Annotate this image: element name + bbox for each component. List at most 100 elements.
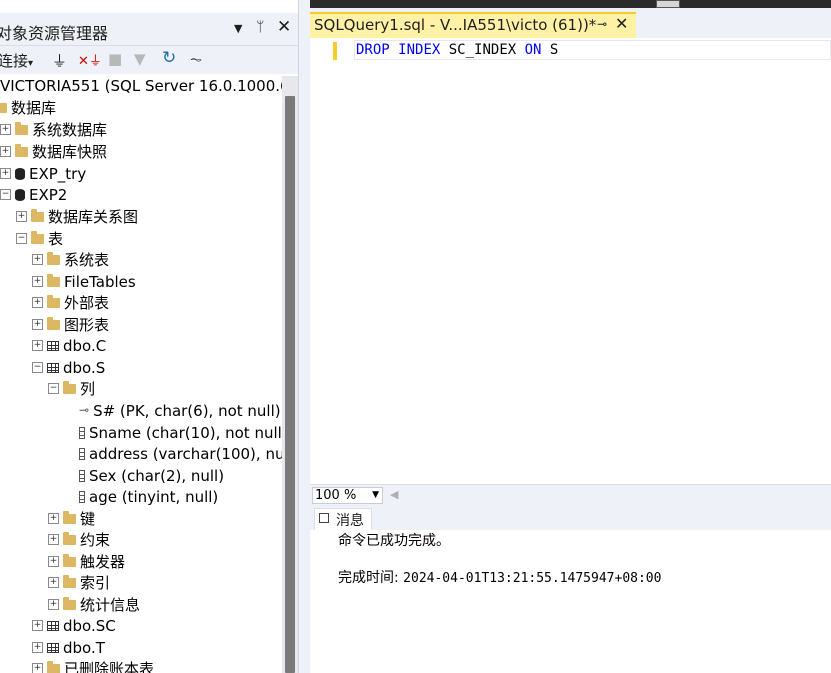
expand-icon[interactable]: + (16, 211, 27, 222)
tree-node-dbo-sc[interactable]: + dbo.SC (32, 616, 116, 637)
folder-icon (15, 121, 28, 135)
folder-icon (31, 208, 44, 222)
collapse-icon[interactable]: − (16, 233, 27, 244)
index-name: SC_INDEX (448, 42, 517, 58)
editor-status-strip: 100 % ▼ ◀ (310, 484, 831, 507)
tree-node-dbo-t[interactable]: + dbo.T (32, 638, 105, 659)
tree-node-statistics[interactable]: + 统计信息 (48, 595, 140, 616)
dropdown-icon[interactable]: ▼ (234, 22, 242, 35)
column-icon (79, 426, 85, 439)
expand-icon[interactable]: + (32, 642, 43, 653)
keyword-on: ON (524, 42, 542, 58)
object-explorer-scrollbar[interactable] (282, 76, 298, 673)
table-icon (47, 362, 59, 373)
expand-icon[interactable]: + (32, 620, 43, 631)
expand-icon[interactable]: + (0, 168, 11, 179)
tree-node-tables[interactable]: − 表 (16, 229, 63, 250)
expand-icon[interactable]: + (48, 534, 59, 545)
tree-node-keys[interactable]: + 键 (48, 509, 95, 530)
tree-node-dbo-s[interactable]: − dbo.S (32, 358, 105, 379)
expand-icon[interactable]: + (48, 577, 59, 588)
expand-icon[interactable]: + (0, 146, 11, 157)
editor-gutter (310, 38, 354, 484)
object-explorer-toolbar: 连接▾ ⏚ ✕⏚ ■ ▼ ↻ ⏦ (0, 46, 298, 74)
expand-icon[interactable]: + (32, 276, 43, 287)
connect-plug-icon[interactable]: ⏚ (52, 50, 67, 71)
expand-icon[interactable]: + (48, 599, 59, 610)
tab-sqlquery1[interactable]: SQLQuery1.sql - V...IA551\victo (61))* ⊸… (310, 12, 636, 38)
completion-time-line: 完成时间: 2024-04-01T13:21:55.1475947+08:00 (338, 567, 661, 587)
tree-column[interactable]: ⊸ S# (PK, char(6), not null) (79, 401, 281, 422)
connect-button[interactable]: 连接▾ (0, 50, 33, 71)
collapse-icon[interactable]: − (32, 362, 43, 373)
key-icon: ⊸ (79, 403, 90, 417)
results-tab-strip: 消息 (310, 506, 831, 530)
tab-messages[interactable]: 消息 (314, 508, 372, 530)
table-icon (47, 620, 59, 631)
object-explorer-titlebar: 对象资源管理器 ▼ ᛘ ✕ (0, 13, 298, 46)
folder-icon (63, 380, 76, 394)
filter-icon[interactable]: ▼ (134, 50, 146, 68)
close-tab-icon[interactable]: ✕ (615, 14, 628, 33)
messages-pane: 命令已成功完成。 完成时间: 2024-04-01T13:21:55.14759… (310, 530, 831, 673)
tree-node-system-databases[interactable]: + 系统数据库 (0, 120, 107, 141)
close-icon[interactable]: ✕ (277, 17, 291, 37)
collapse-icon[interactable]: − (48, 383, 59, 394)
stop-icon[interactable]: ■ (108, 50, 122, 68)
tree-node-databases[interactable]: 数据库 (0, 98, 56, 119)
sql-code-line[interactable]: DROP INDEX SC_INDEX ON S (356, 42, 558, 58)
collapse-icon[interactable]: − (0, 189, 11, 200)
object-explorer-tree: VICTORIA551 (SQL Server 16.0.1000.6 - 数据… (0, 76, 282, 673)
expand-icon[interactable]: + (48, 513, 59, 524)
tree-node-constraints[interactable]: + 约束 (48, 530, 110, 551)
tree-node-dbo-c[interactable]: + dbo.C (32, 336, 106, 357)
tree-node-filetables[interactable]: + FileTables (32, 272, 136, 293)
folder-icon (47, 660, 60, 673)
tree-column[interactable]: address (varchar(100), nu (79, 444, 282, 465)
pin-icon[interactable]: ᛘ (256, 19, 264, 35)
expand-icon[interactable]: + (32, 340, 43, 351)
expand-icon[interactable]: + (0, 124, 11, 135)
tree-column[interactable]: Sex (char(2), null) (79, 466, 224, 487)
keyword-index: INDEX (398, 42, 441, 58)
tree-node-exp2[interactable]: − EXP2 (0, 185, 67, 206)
table-name: S (549, 42, 559, 58)
tree-column[interactable]: Sname (char(10), not null) (79, 423, 282, 444)
tree-server[interactable]: VICTORIA551 (SQL Server 16.0.1000.6 - (0, 76, 282, 97)
tree-node-exp-try[interactable]: + EXP_try (0, 164, 86, 185)
tree-node-graph-tables[interactable]: + 图形表 (32, 315, 109, 336)
table-icon (47, 340, 59, 351)
expand-icon[interactable]: + (32, 297, 43, 308)
expand-icon[interactable]: + (48, 556, 59, 567)
folder-icon (47, 251, 60, 265)
expand-icon[interactable]: + (32, 254, 43, 265)
activity-monitor-icon[interactable]: ⏦ (190, 50, 202, 68)
expand-icon[interactable]: + (32, 319, 43, 330)
tree-node-indexes[interactable]: + 索引 (48, 573, 110, 594)
folder-icon (47, 316, 60, 330)
tab-messages-label: 消息 (336, 513, 364, 529)
folder-icon (15, 143, 28, 157)
expand-icon[interactable]: + (32, 663, 43, 673)
tree-node-triggers[interactable]: + 触发器 (48, 552, 125, 573)
toolbar-control[interactable] (656, 0, 680, 8)
pin-icon[interactable]: ⊸ (597, 17, 607, 31)
tree-node-dropped-ledger-tables[interactable]: + 已删除账本表 (32, 659, 154, 673)
disconnect-icon[interactable]: ✕⏚ (78, 50, 102, 69)
database-icon (15, 188, 25, 201)
query-editor[interactable]: DROP INDEX SC_INDEX ON S (310, 38, 831, 484)
tree-node-columns[interactable]: − 列 (48, 379, 95, 400)
folder-icon (47, 273, 60, 287)
tree-node-database-diagrams[interactable]: + 数据库关系图 (16, 207, 138, 228)
tree-node-system-tables[interactable]: + 系统表 (32, 250, 109, 271)
tree-node-external-tables[interactable]: + 外部表 (32, 293, 109, 314)
scrollbar-thumb[interactable] (285, 96, 295, 673)
folder-icon (47, 294, 60, 308)
scroll-left-icon[interactable]: ◀ (390, 488, 398, 501)
messages-icon (319, 513, 329, 523)
tree-node-database-snapshots[interactable]: + 数据库快照 (0, 142, 107, 163)
folder-icon (0, 102, 7, 113)
tree-column[interactable]: age (tinyint, null) (79, 487, 218, 508)
refresh-icon[interactable]: ↻ (162, 48, 176, 68)
zoom-select[interactable]: 100 % ▼ (312, 487, 383, 504)
